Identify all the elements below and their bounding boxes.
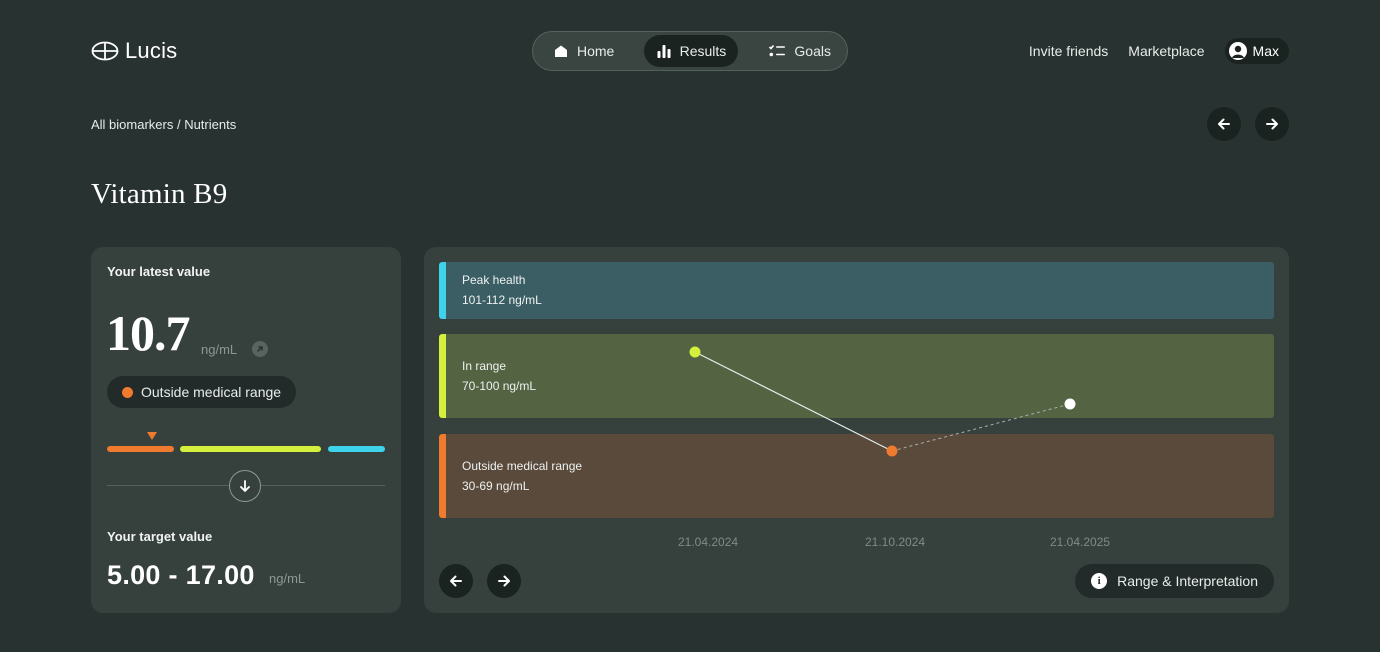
header-links: Invite friends Marketplace Max bbox=[1029, 38, 1289, 64]
range-bar-outside bbox=[107, 446, 174, 452]
status-badge: Outside medical range bbox=[107, 376, 297, 408]
arrow-left-icon bbox=[450, 575, 462, 587]
nav-results-label: Results bbox=[679, 43, 727, 59]
history-chart-card: Peak health 101-112 ng/mL In range 70-10… bbox=[424, 247, 1289, 613]
data-point[interactable] bbox=[886, 445, 898, 457]
page-title: Vitamin B9 bbox=[91, 178, 228, 210]
user-menu-button[interactable]: Max bbox=[1224, 38, 1289, 64]
data-point[interactable] bbox=[1064, 398, 1076, 410]
checklist-icon bbox=[769, 44, 786, 57]
bar-chart-icon bbox=[657, 45, 671, 58]
range-interpretation-button[interactable]: i Range & Interpretation bbox=[1075, 564, 1274, 598]
external-link-icon[interactable] bbox=[252, 341, 268, 357]
previous-biomarker-button[interactable] bbox=[1207, 107, 1241, 141]
chart-next-button[interactable] bbox=[487, 564, 521, 598]
breadcrumb[interactable]: All biomarkers / Nutrients bbox=[91, 117, 236, 132]
latest-value-unit: ng/mL bbox=[201, 342, 238, 357]
arrow-right-icon bbox=[498, 575, 510, 587]
range-bar-peak bbox=[328, 446, 385, 452]
x-tick-label: 21.04.2025 bbox=[1050, 535, 1111, 549]
status-text: Outside medical range bbox=[141, 384, 282, 400]
range-interpretation-label: Range & Interpretation bbox=[1117, 573, 1258, 589]
target-value: 5.00 - 17.00 bbox=[107, 560, 255, 590]
x-tick-label: 21.04.2024 bbox=[678, 535, 739, 549]
home-icon bbox=[555, 45, 567, 57]
target-value-unit: ng/mL bbox=[269, 571, 306, 586]
data-point[interactable] bbox=[689, 346, 701, 358]
series-line-solid bbox=[694, 351, 893, 452]
user-name: Max bbox=[1252, 43, 1279, 59]
arrow-down-icon bbox=[240, 480, 250, 492]
next-biomarker-button[interactable] bbox=[1255, 107, 1289, 141]
nav-goals-label: Goals bbox=[794, 43, 831, 59]
latest-value-card: Your latest value 10.7 ng/mL Outside med… bbox=[91, 247, 401, 613]
chart-previous-button[interactable] bbox=[439, 564, 473, 598]
info-icon: i bbox=[1091, 573, 1108, 589]
page-nav-arrows bbox=[1207, 107, 1289, 141]
latest-value-label: Your latest value bbox=[107, 264, 211, 279]
app-name: Lucis bbox=[125, 38, 178, 63]
main-nav: Home Results Goals bbox=[532, 31, 848, 71]
range-bar-in-range bbox=[180, 446, 321, 452]
latest-value: 10.7 bbox=[106, 305, 190, 361]
x-tick-label: 21.10.2024 bbox=[865, 535, 926, 549]
nav-home[interactable]: Home bbox=[537, 35, 642, 67]
nav-results[interactable]: Results bbox=[643, 35, 739, 67]
series-line-dashed bbox=[891, 403, 1071, 452]
target-value-label: Your target value bbox=[107, 529, 213, 544]
history-line-chart bbox=[689, 346, 1076, 457]
nav-home-label: Home bbox=[577, 43, 615, 59]
invite-friends-link[interactable]: Invite friends bbox=[1029, 43, 1108, 59]
user-avatar-icon bbox=[1228, 42, 1247, 60]
marketplace-link[interactable]: Marketplace bbox=[1128, 43, 1204, 59]
expand-target-button[interactable] bbox=[229, 470, 261, 502]
arrow-left-icon bbox=[1218, 118, 1230, 130]
nav-goals[interactable]: Goals bbox=[756, 35, 843, 67]
lucis-logo-icon bbox=[91, 41, 119, 61]
logo[interactable]: Lucis bbox=[91, 38, 177, 64]
status-dot bbox=[122, 386, 133, 398]
value-marker bbox=[147, 432, 157, 440]
arrow-right-icon bbox=[1266, 118, 1278, 130]
